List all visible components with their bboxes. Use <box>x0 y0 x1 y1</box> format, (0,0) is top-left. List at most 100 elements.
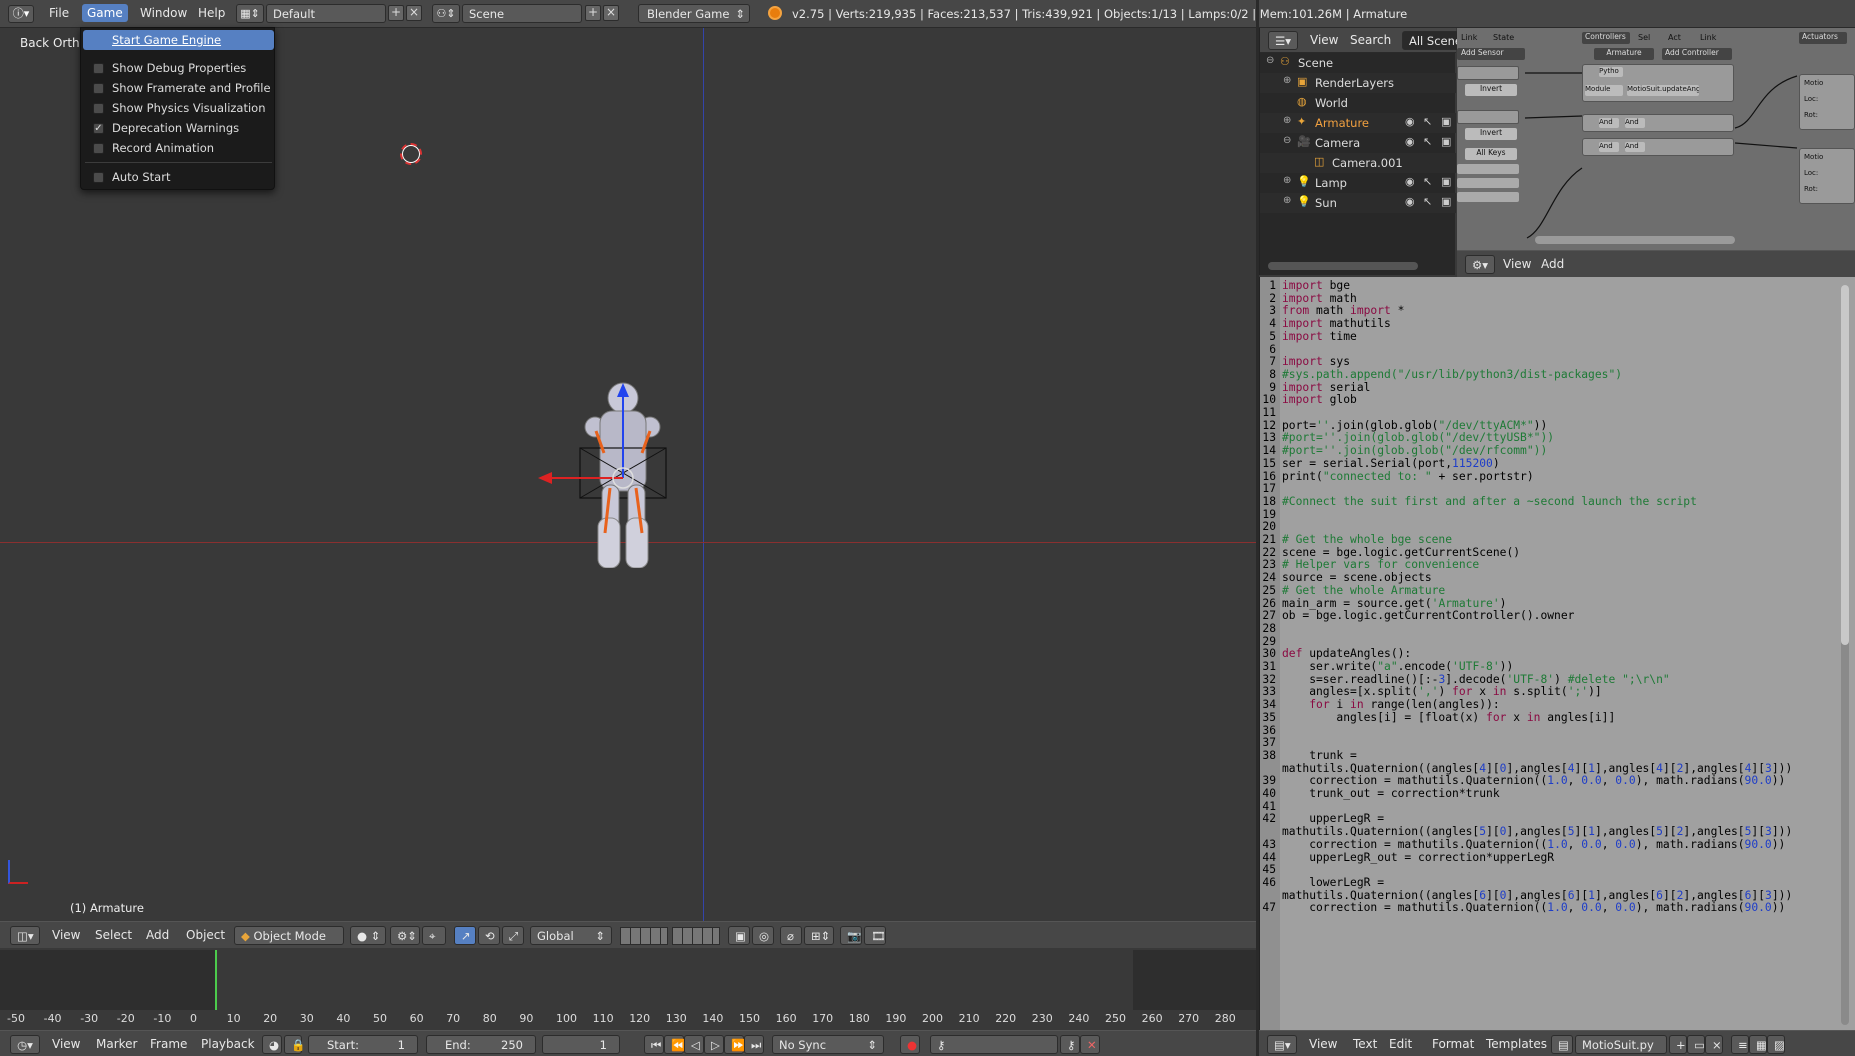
insert-keyframe-icon[interactable]: ⚷ <box>1060 1035 1080 1054</box>
unlink-text-icon[interactable]: × <box>1705 1035 1723 1054</box>
display-mode-select[interactable]: All Scenes <box>1402 31 1462 50</box>
editor-type-button[interactable]: ⚙▾ <box>1465 255 1495 274</box>
play-icon[interactable]: ▷ <box>704 1035 724 1054</box>
remove-layout-icon[interactable]: × <box>406 5 422 21</box>
render-icon[interactable]: 📷 <box>840 926 862 945</box>
module-select[interactable]: Module <box>1585 85 1623 96</box>
code-line[interactable]: import glob <box>1282 393 1357 406</box>
controller-type[interactable]: Pytho <box>1599 67 1623 77</box>
text-datablock-icon[interactable]: ▤ <box>1551 1035 1573 1054</box>
sensor-row-2[interactable] <box>1457 110 1519 124</box>
menu-file[interactable]: File <box>49 6 69 20</box>
eye-icon[interactable]: ◉ <box>1405 195 1415 208</box>
code-line[interactable]: angles=[x.split(',') for x in s.split(';… <box>1282 685 1602 698</box>
code-line[interactable]: source = scene.objects <box>1282 571 1432 584</box>
editor-type-button[interactable]: ☰▾ <box>1268 31 1298 50</box>
timeline[interactable]: -50 -40 -30 -20 -10 0 10 20 30 40 50 60 70 80 90 100 110… <box>0 950 1257 1030</box>
actuator-2[interactable]: Motio Loc: Rot: <box>1799 148 1855 204</box>
render-engine-select[interactable]: Blender Game ⇕ <box>638 4 750 23</box>
3d-cursor-icon[interactable] <box>400 143 422 165</box>
menu-item-show-framerate[interactable]: Show Framerate and Profile <box>81 78 276 98</box>
add-layout-icon[interactable]: + <box>388 5 404 21</box>
code-line[interactable]: #Connect the suit first and after a ~sec… <box>1282 495 1697 508</box>
expand-icon[interactable]: ⊕ <box>1283 75 1291 86</box>
jump-start-icon[interactable]: ⏮ <box>644 1035 664 1054</box>
menu-item-show-physics[interactable]: Show Physics Visualization <box>81 98 276 118</box>
end-frame-field[interactable]: End: 250 <box>426 1035 536 1054</box>
editor-type-icon[interactable]: ⓘ▾ <box>8 5 34 23</box>
code-line[interactable]: ob = bge.logic.getCurrentController().ow… <box>1282 609 1574 622</box>
view-menu[interactable]: View <box>52 1037 80 1051</box>
sensor-row-1[interactable] <box>1457 66 1519 80</box>
cursor-icon[interactable]: ↖ <box>1423 175 1432 188</box>
edit-menu[interactable]: Edit <box>1389 1037 1412 1051</box>
manipulator-toggle[interactable]: ⌖ <box>422 926 446 945</box>
cursor-icon[interactable]: ↖ <box>1423 135 1432 148</box>
code-line[interactable]: correction = mathutils.Quaternion((1.0, … <box>1282 838 1785 851</box>
and-controller-2[interactable]: And And <box>1582 138 1734 156</box>
code-line[interactable]: import sys <box>1282 355 1350 368</box>
expand-icon[interactable]: ⊖ <box>1266 55 1274 66</box>
code-line[interactable]: upperLegR = <box>1282 812 1384 825</box>
outliner-scrollbar[interactable] <box>1268 262 1418 270</box>
play-reverse-icon[interactable]: ◁ <box>684 1035 704 1054</box>
outliner-item-camera-001[interactable]: ◫ Camera.001 <box>1260 153 1456 173</box>
code-line[interactable]: port=''.join(glob.glob("/dev/ttyACM*")) <box>1282 419 1547 432</box>
layer-buttons-b[interactable] <box>672 927 720 945</box>
outliner-item-camera[interactable]: ⊖ 🎥 Camera ◉ ↖ ▣ <box>1260 133 1456 153</box>
code-line[interactable]: import bge <box>1282 279 1350 292</box>
code-line[interactable]: angles[i] = [float(x) for x in angles[i]… <box>1282 711 1615 724</box>
sync-select[interactable]: No Sync ⇕ <box>772 1035 884 1054</box>
open-text-icon[interactable]: ▭ <box>1687 1035 1705 1054</box>
menu-item-auto-start[interactable]: Auto Start <box>81 167 276 187</box>
outliner-item-renderlayers[interactable]: ⊕ ▣ RenderLayers <box>1260 73 1456 93</box>
code-line[interactable]: correction = mathutils.Quaternion((1.0, … <box>1282 901 1785 914</box>
outliner-item-lamp[interactable]: ⊕ 💡 Lamp ◉ ↖ ▣ <box>1260 173 1456 193</box>
new-text-icon[interactable]: + <box>1669 1035 1687 1054</box>
armature-figure[interactable] <box>530 353 680 568</box>
outliner-item-scene[interactable]: ⊖ ⚇ Scene <box>1260 53 1456 73</box>
record-icon[interactable]: ● <box>900 1035 920 1054</box>
text-file-field[interactable]: MotioSuit.py <box>1575 1035 1667 1054</box>
proportional-edit-icon[interactable]: ◎ <box>752 926 774 945</box>
camera-render-icon[interactable]: ▣ <box>1441 135 1451 148</box>
sensor-field-3[interactable] <box>1457 192 1519 202</box>
code-line[interactable]: for i in range(len(angles)): <box>1282 698 1499 711</box>
frame-menu[interactable]: Frame <box>150 1037 187 1051</box>
cursor-icon[interactable]: ↖ <box>1423 195 1432 208</box>
code-line[interactable]: import serial <box>1282 381 1370 394</box>
expand-icon[interactable]: ⊕ <box>1283 175 1291 186</box>
view-menu[interactable]: View <box>1503 257 1531 271</box>
code-line[interactable]: trunk = <box>1282 749 1357 762</box>
checkbox[interactable] <box>93 63 104 74</box>
view-menu[interactable]: View <box>52 928 80 942</box>
logic-scrollbar[interactable] <box>1535 236 1735 244</box>
code-line[interactable]: def updateAngles(): <box>1282 647 1411 660</box>
select-menu[interactable]: Select <box>95 928 132 942</box>
state-check[interactable]: State <box>1493 33 1514 42</box>
logic-editor[interactable]: Link State Add Sensor Invert Invert All … <box>1457 28 1855 250</box>
module-value[interactable]: MotioSuit.updateAng... <box>1627 85 1699 96</box>
lock-layers-icon[interactable]: ▣ <box>728 926 750 945</box>
expand-icon[interactable]: ⊕ <box>1283 115 1291 126</box>
all-keys-button[interactable]: All Keys <box>1465 148 1517 160</box>
code-line[interactable]: print("connected to: " + ser.portstr) <box>1282 470 1534 483</box>
keying-set-field[interactable]: ⚷ <box>930 1035 1058 1054</box>
editor-type-button[interactable]: ▤▾ <box>1267 1035 1297 1054</box>
outliner[interactable]: ☰▾ View Search All Scenes ⊖ ⚇ Scene ⊕ ▣ Rende… <box>1259 28 1462 275</box>
camera-render-icon[interactable]: ▣ <box>1441 175 1451 188</box>
code-line[interactable]: lowerLegR = <box>1282 876 1384 889</box>
playback-menu[interactable]: Playback <box>201 1037 255 1051</box>
prev-key-icon[interactable]: ⏪ <box>664 1035 685 1054</box>
menu-item-start-game-engine[interactable]: Start Game Engine <box>83 30 274 50</box>
layer-buttons-a[interactable] <box>620 927 668 945</box>
code-line[interactable]: upperLegR_out = correction*upperLegR <box>1282 851 1554 864</box>
code-line[interactable]: # Helper vars for convenience <box>1282 558 1479 571</box>
eye-icon[interactable]: ◉ <box>1405 115 1415 128</box>
start-frame-field[interactable]: Start: 1 <box>308 1035 418 1054</box>
checkbox[interactable] <box>93 103 104 114</box>
link-check[interactable]: Link <box>1700 33 1716 42</box>
code-line[interactable]: #sys.path.append("/usr/lib/python3/dist-… <box>1282 368 1622 381</box>
actuator-1[interactable]: Motio Loc: Rot: <box>1799 74 1855 130</box>
code-line[interactable]: mathutils.Quaternion((angles[5][0],angle… <box>1282 825 1792 838</box>
